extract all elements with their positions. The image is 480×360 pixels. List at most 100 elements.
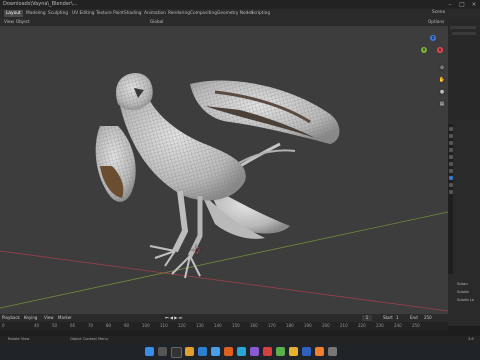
maximize-icon[interactable]: □ (456, 0, 468, 9)
scene-selector[interactable]: Scene (432, 10, 445, 15)
start-field[interactable]: 1 (396, 314, 399, 322)
viewport-header: View Object Global Options (0, 18, 448, 26)
outliner-panel[interactable] (448, 18, 480, 120)
render-tab-icon (448, 134, 453, 138)
timeline-header: Playback Keying View Marker ⏮ ◀ ▶ ⏭ 1 St… (0, 314, 448, 322)
frame-tick: 140 (214, 323, 222, 328)
scene-tab-icon (448, 155, 453, 159)
frame-tick: 230 (376, 323, 384, 328)
view-layer-tab-icon (448, 148, 453, 152)
orientation-dropdown[interactable]: Global (150, 18, 163, 26)
frame-tick: 180 (286, 323, 294, 328)
window-title: Downloads\Vayna\_Blender\... (3, 1, 78, 7)
subdiv-levels-label: Subdiv Le (457, 298, 475, 302)
app-icon-6[interactable] (328, 347, 337, 356)
frame-tick: 70 (88, 323, 94, 328)
store-icon[interactable] (211, 347, 220, 356)
app-icon-4[interactable] (276, 347, 285, 356)
x-axis-handle[interactable]: X (437, 47, 443, 53)
properties-panel[interactable]: Subsu Subdiv Subdiv Le (448, 120, 480, 326)
frame-tick: 190 (304, 323, 312, 328)
frame-tick: 250 (412, 323, 420, 328)
title-bar: Downloads\Vayna\_Blender\... – □ × (0, 0, 480, 9)
timeline-ruler[interactable]: 0 40 50 60 70 80 90 100 110 120 130 140 … (0, 322, 448, 330)
frame-tick: 200 (322, 323, 330, 328)
frame-tick: 110 (160, 323, 168, 328)
output-tab-icon (448, 141, 453, 145)
frame-tick: 120 (178, 323, 186, 328)
particles-tab-icon (448, 183, 453, 187)
blender-icon[interactable] (315, 347, 324, 356)
tab-texture-paint[interactable]: Texture Paint (94, 10, 126, 17)
playback-menu[interactable]: Playback (2, 314, 20, 322)
tab-scripting[interactable]: Scripting (249, 10, 272, 17)
start-label: Start (383, 315, 393, 320)
properties-tabs[interactable] (448, 124, 453, 274)
end-field[interactable]: 250 (424, 314, 432, 322)
frame-tick: 80 (106, 323, 112, 328)
status-left: Rotate View (8, 337, 30, 341)
physics-tab-icon (448, 190, 453, 194)
version-label: 3.6 (468, 337, 474, 341)
app-icon-3[interactable] (263, 347, 272, 356)
task-view-icon[interactable] (171, 347, 182, 358)
minimize-icon[interactable]: – (444, 0, 456, 9)
tab-sculpting[interactable]: Sculpting (46, 10, 70, 17)
frame-tick: 150 (232, 323, 240, 328)
mail-icon[interactable] (198, 347, 207, 356)
camera-icon[interactable]: ● (438, 88, 446, 96)
tab-shading[interactable]: Shading (122, 10, 143, 17)
back-wing (190, 80, 340, 144)
tab-animation[interactable]: Animation (142, 10, 168, 17)
frame-tick: 40 (34, 323, 40, 328)
frame-tick: 160 (250, 323, 258, 328)
status-bar: Rotate View Object Context Menu 3.6 (0, 336, 480, 343)
pan-hand-icon[interactable]: ✋ (438, 76, 446, 84)
app-icon-2[interactable] (250, 347, 259, 356)
view-menu-timeline[interactable]: View (44, 314, 54, 322)
frame-tick: 240 (394, 323, 402, 328)
file-explorer-icon[interactable] (185, 347, 194, 356)
edge-icon[interactable] (237, 347, 246, 356)
marker-menu[interactable]: Marker (58, 314, 72, 322)
tool-tab-icon (448, 127, 453, 131)
os-taskbar (0, 343, 480, 360)
tab-uv-editing[interactable]: UV Editing (70, 10, 96, 17)
tab-layout[interactable]: Layout (4, 10, 23, 17)
perspective-grid-icon[interactable]: ▦ (438, 100, 446, 108)
close-icon[interactable]: × (468, 0, 480, 9)
chrome-icon[interactable] (289, 347, 298, 356)
app-icon[interactable] (224, 347, 233, 356)
frame-tick: 50 (52, 323, 58, 328)
search-icon[interactable] (158, 347, 167, 356)
object-menu[interactable]: Object (16, 18, 30, 26)
frame-tick: 220 (358, 323, 366, 328)
outliner-row-scene-collection[interactable] (450, 26, 476, 29)
3d-viewport[interactable]: Z Y X ⊕ ✋ ● ▦ (0, 26, 448, 314)
frame-tick: 170 (268, 323, 276, 328)
z-axis-handle[interactable]: Z (430, 35, 436, 41)
frame-tick: 210 (340, 323, 348, 328)
options-menu[interactable]: Options (428, 18, 444, 26)
playback-controls[interactable]: ⏮ ◀ ▶ ⏭ (165, 314, 182, 322)
current-frame-field[interactable]: 1 (362, 315, 372, 321)
modifier-tab-icon (448, 176, 453, 180)
frame-tick: 60 (70, 323, 76, 328)
zoom-icon[interactable]: ⊕ (438, 64, 446, 72)
viewport-canvas[interactable] (0, 26, 448, 314)
frame-tick: 0 (2, 323, 5, 328)
world-tab-icon (448, 162, 453, 166)
frame-tick: 100 (142, 323, 150, 328)
app-icon-5[interactable] (302, 347, 311, 356)
status-mid: Object Context Menu (70, 337, 108, 341)
frame-tick: 130 (196, 323, 204, 328)
object-tab-icon (448, 169, 453, 173)
subdiv-label: Subdiv (457, 290, 469, 294)
workspace-tabs: Layout Modeling Sculpting UV Editing Tex… (0, 9, 480, 18)
tab-modeling[interactable]: Modeling (24, 10, 48, 17)
outliner-row-collection[interactable] (452, 32, 476, 35)
y-axis-handle[interactable]: Y (421, 47, 427, 53)
view-menu[interactable]: View (4, 18, 14, 26)
keying-menu[interactable]: Keying (24, 314, 37, 322)
start-icon[interactable] (145, 347, 154, 356)
